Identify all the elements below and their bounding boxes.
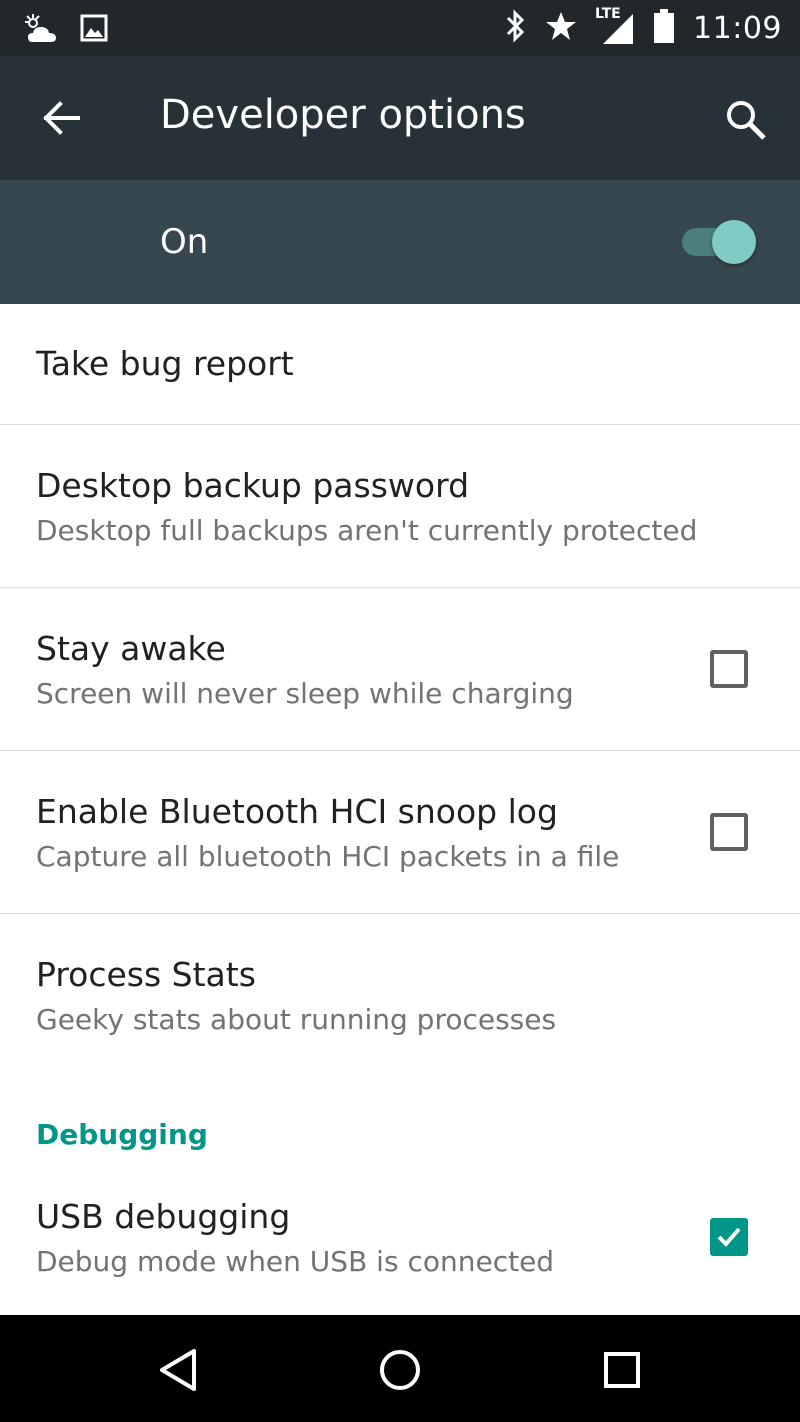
bluetooth-icon bbox=[505, 9, 527, 47]
weather-cloud-icon bbox=[24, 12, 60, 50]
pref-title: Stay awake bbox=[36, 629, 226, 668]
nav-recents-button[interactable] bbox=[597, 1345, 647, 1395]
status-bar: LTE 11:09 bbox=[0, 0, 800, 56]
navigation-bar bbox=[0, 1315, 800, 1422]
pref-title: Desktop backup password bbox=[36, 466, 470, 505]
arrow-back-icon bbox=[38, 101, 86, 146]
back-button[interactable] bbox=[38, 94, 86, 142]
clock-time: 11:09 bbox=[693, 10, 782, 46]
home-circle-icon bbox=[375, 1350, 425, 1399]
pref-summary: Geeky stats about running processes bbox=[36, 1003, 557, 1036]
pref-summary: Capture all bluetooth HCI packets in a f… bbox=[36, 840, 620, 873]
battery-icon bbox=[653, 8, 675, 48]
master-switch-label: On bbox=[160, 222, 209, 262]
recents-square-icon bbox=[597, 1352, 647, 1399]
developer-options-switch[interactable] bbox=[712, 220, 756, 264]
star-icon bbox=[545, 10, 577, 46]
back-triangle-icon bbox=[154, 1349, 204, 1399]
signal-icon: LTE bbox=[595, 6, 635, 46]
search-icon bbox=[722, 101, 770, 148]
pref-summary: Debug mode when USB is connected bbox=[36, 1245, 555, 1278]
stay-awake-checkbox[interactable] bbox=[710, 650, 748, 688]
pref-bluetooth-hci-snoop-log[interactable]: Enable Bluetooth HCI snoop log Capture a… bbox=[0, 751, 800, 914]
page-title: Developer options bbox=[160, 92, 526, 138]
pref-process-stats[interactable]: Process Stats Geeky stats about running … bbox=[0, 914, 800, 1072]
nav-back-button[interactable] bbox=[154, 1345, 204, 1395]
nav-home-button[interactable] bbox=[375, 1345, 425, 1395]
pref-title: Take bug report bbox=[36, 344, 294, 383]
search-button[interactable] bbox=[722, 96, 770, 144]
pref-desktop-backup-password[interactable]: Desktop backup password Desktop full bac… bbox=[0, 425, 800, 588]
pref-title: Enable Bluetooth HCI snoop log bbox=[36, 792, 558, 831]
category-debugging: Debugging bbox=[36, 1118, 208, 1151]
pref-summary: Desktop full backups aren't currently pr… bbox=[36, 514, 698, 547]
master-switch-bar[interactable]: On bbox=[0, 180, 800, 304]
usb-debugging-checkbox[interactable] bbox=[710, 1218, 748, 1256]
pref-summary: Screen will never sleep while charging bbox=[36, 677, 574, 710]
pref-stay-awake[interactable]: Stay awake Screen will never sleep while… bbox=[0, 588, 800, 751]
bluetooth-hci-checkbox[interactable] bbox=[710, 813, 748, 851]
image-icon bbox=[80, 14, 108, 46]
app-toolbar: Developer options bbox=[0, 56, 800, 180]
pref-title: Process Stats bbox=[36, 955, 256, 994]
pref-take-bug-report[interactable]: Take bug report bbox=[0, 304, 800, 425]
pref-title: USB debugging bbox=[36, 1197, 291, 1236]
pref-usb-debugging[interactable]: USB debugging Debug mode when USB is con… bbox=[0, 1156, 800, 1315]
